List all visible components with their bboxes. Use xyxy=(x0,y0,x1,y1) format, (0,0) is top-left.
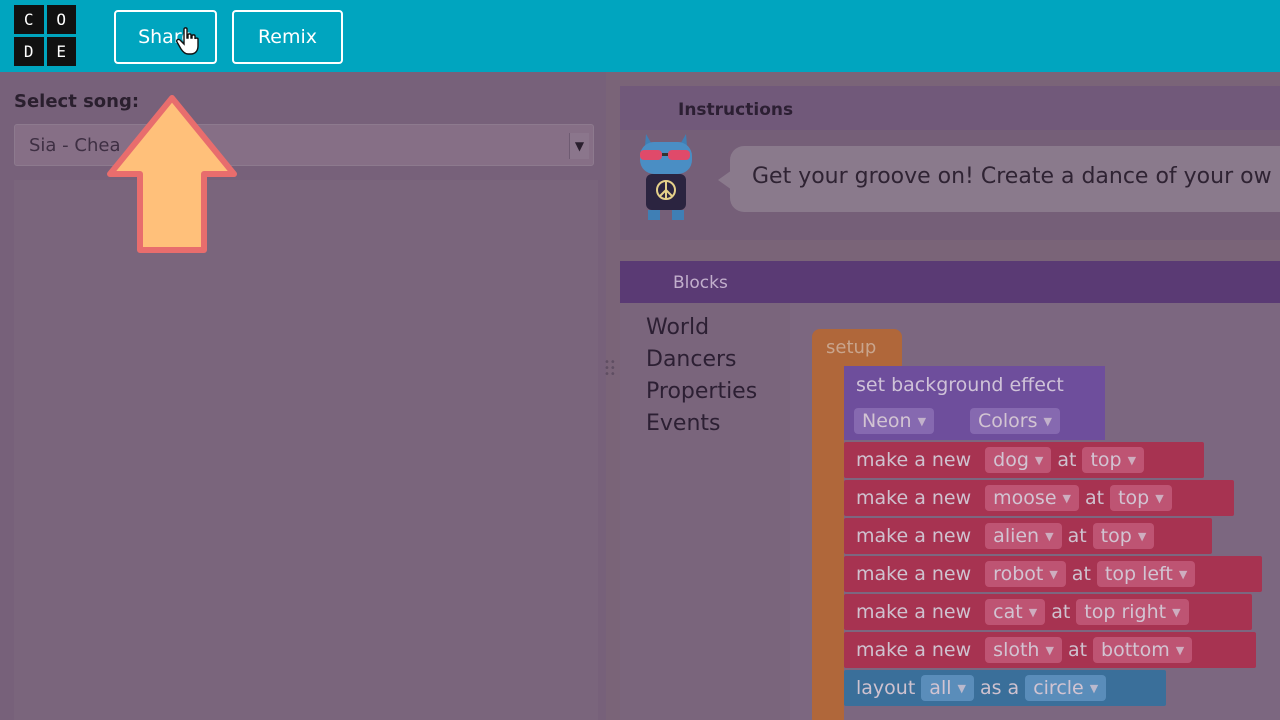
chevron-down-icon: ▼ xyxy=(1045,529,1054,543)
dropdown-value: dog xyxy=(993,449,1029,471)
chevron-down-icon: ▼ xyxy=(957,681,966,695)
code-logo[interactable]: C O D E xyxy=(14,5,76,66)
setup-block[interactable]: setup xyxy=(812,329,902,367)
logo-letter: C xyxy=(14,5,44,34)
chevron-down-icon: ▼ xyxy=(1045,643,1054,657)
instructions-text: Get your groove on! Create a dance of yo… xyxy=(730,146,1280,212)
dropdown-value: alien xyxy=(993,525,1040,547)
set-background-effect-block[interactable]: set background effect Neon ▼ Colors ▼ xyxy=(844,366,1105,440)
logo-letter: D xyxy=(14,37,44,66)
position-dropdown[interactable]: top ▼ xyxy=(1092,523,1155,549)
dropdown-value: top xyxy=(1090,449,1122,471)
position-dropdown[interactable]: top ▼ xyxy=(1082,447,1145,473)
block-label: at xyxy=(1067,639,1088,661)
dropdown-value: top right xyxy=(1084,601,1167,623)
cat-character-avatar xyxy=(640,134,692,220)
position-dropdown[interactable]: top right ▼ xyxy=(1076,599,1189,625)
make-dancer-block[interactable]: make a new cat ▼ at top right ▼ xyxy=(844,594,1252,630)
chevron-down-icon: ▼ xyxy=(1175,643,1185,657)
dropdown-value: moose xyxy=(993,487,1057,509)
block-label: layout xyxy=(856,677,916,699)
dropdown-value: top left xyxy=(1104,563,1173,585)
position-dropdown[interactable]: bottom ▼ xyxy=(1093,637,1193,663)
panel-resize-handle[interactable]: •• •• •• xyxy=(604,358,616,396)
dropdown-value: bottom xyxy=(1101,639,1170,661)
position-dropdown[interactable]: top ▼ xyxy=(1110,485,1172,511)
category-properties[interactable]: Properties xyxy=(646,379,757,404)
block-label: make a new xyxy=(856,563,972,585)
make-dancer-block[interactable]: make a new moose ▼ at top ▼ xyxy=(844,480,1234,516)
chevron-down-icon: ▼ xyxy=(1137,529,1147,543)
remix-button[interactable]: Remix xyxy=(232,10,343,64)
dancer-dropdown[interactable]: dog ▼ xyxy=(985,447,1052,473)
make-dancer-block[interactable]: make a new robot ▼ at top left ▼ xyxy=(844,556,1262,592)
make-dancer-block[interactable]: make a new sloth ▼ at bottom ▼ xyxy=(844,632,1256,668)
block-label: at xyxy=(1057,449,1077,471)
dropdown-value: Neon xyxy=(862,410,912,432)
chevron-down-icon: ▼ xyxy=(1028,605,1038,619)
blocks-header: Blocks xyxy=(620,261,1280,303)
dropdown-value: top xyxy=(1118,487,1150,509)
instructions-title: Instructions xyxy=(678,100,794,120)
chevron-down-icon: ▼ xyxy=(1127,453,1137,467)
chevron-down-icon: ▼ xyxy=(1178,567,1188,581)
dropdown-value: Colors xyxy=(978,410,1038,432)
chevron-down-icon: ▼ xyxy=(917,414,927,428)
category-events[interactable]: Events xyxy=(646,411,721,436)
dancer-dropdown[interactable]: sloth ▼ xyxy=(985,637,1062,663)
instructions-header: Instructions xyxy=(620,86,1280,130)
instructions-panel: Instructions Get your groove on! Create … xyxy=(620,86,1280,240)
category-world[interactable]: World xyxy=(646,315,709,340)
make-dancer-block[interactable]: make a new dog ▼ at top ▼ xyxy=(844,442,1204,478)
layout-block[interactable]: layout all ▼ as a circle ▼ xyxy=(844,670,1166,706)
make-dancer-block[interactable]: make a new alien ▼ at top ▼ xyxy=(844,518,1212,554)
chevron-down-icon: ▼ xyxy=(1155,491,1164,505)
effect-dropdown[interactable]: Neon ▼ xyxy=(854,408,935,434)
block-label: set background effect xyxy=(856,374,1064,396)
dancer-dropdown[interactable]: robot ▼ xyxy=(985,561,1066,587)
chevron-down-icon[interactable]: ▼ xyxy=(569,133,589,159)
left-panel: Select song: Sia - Chea ▼ xyxy=(0,72,606,720)
dancer-dropdown[interactable]: alien ▼ xyxy=(985,523,1062,549)
dance-stage xyxy=(14,180,598,720)
logo-letter: O xyxy=(46,5,76,34)
logo-letter: E xyxy=(46,37,76,66)
chevron-down-icon: ▼ xyxy=(1062,491,1071,505)
dropdown-value: all xyxy=(929,677,952,699)
position-dropdown[interactable]: top left ▼ xyxy=(1096,561,1196,587)
dropdown-value: cat xyxy=(993,601,1023,623)
block-label: at xyxy=(1085,487,1105,509)
block-label: at xyxy=(1051,601,1071,623)
palette-dropdown[interactable]: Colors ▼ xyxy=(970,408,1060,434)
block-label: make a new xyxy=(856,525,972,547)
block-label: make a new xyxy=(856,601,972,623)
dancer-dropdown[interactable]: moose ▼ xyxy=(985,485,1079,511)
chevron-down-icon: ▼ xyxy=(1089,681,1099,695)
dancer-dropdown[interactable]: cat ▼ xyxy=(985,599,1046,625)
block-toolbox: World Dancers Properties Events xyxy=(620,303,790,720)
block-label: at xyxy=(1067,525,1087,547)
dropdown-value: robot xyxy=(993,563,1044,585)
category-dancers[interactable]: Dancers xyxy=(646,347,737,372)
dropdown-value: circle xyxy=(1033,677,1084,699)
dropdown-value: sloth xyxy=(993,639,1040,661)
hand-cursor-icon xyxy=(176,27,199,55)
setup-block-body xyxy=(812,366,844,720)
layout-shape-dropdown[interactable]: circle ▼ xyxy=(1025,675,1107,701)
layout-target-dropdown[interactable]: all ▼ xyxy=(921,675,974,701)
up-arrow-icon xyxy=(107,95,237,253)
blocks-title: Blocks xyxy=(673,273,728,293)
block-label: as a xyxy=(979,677,1020,699)
share-button[interactable]: Share xyxy=(114,10,217,64)
chevron-down-icon: ▼ xyxy=(1034,453,1044,467)
chevron-down-icon: ▼ xyxy=(1043,414,1052,428)
block-label: at xyxy=(1071,563,1091,585)
block-label: make a new xyxy=(856,639,972,661)
block-label: make a new xyxy=(856,487,972,509)
chevron-down-icon: ▼ xyxy=(1172,605,1181,619)
chevron-down-icon: ▼ xyxy=(1049,567,1058,581)
song-select[interactable]: Sia - Chea ▼ xyxy=(14,124,594,166)
dropdown-value: top xyxy=(1100,525,1132,547)
block-label: make a new xyxy=(856,449,972,471)
